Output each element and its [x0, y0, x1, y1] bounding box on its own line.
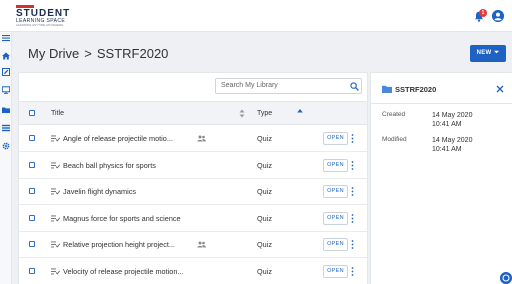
row-title[interactable]: Magnus force for sports and science	[63, 214, 181, 223]
search-box[interactable]: Search My Library	[215, 78, 362, 94]
close-icon[interactable]	[496, 85, 504, 93]
more-options-icon[interactable]	[351, 186, 354, 197]
more-options-icon[interactable]	[351, 213, 354, 224]
row-type: Quiz	[257, 213, 273, 223]
edit-icon[interactable]	[2, 68, 10, 76]
modified-value: 14 May 2020 10:41 AM	[432, 136, 502, 154]
row-checkbox[interactable]	[29, 241, 35, 247]
table-row[interactable]: Relative projection height project... Qui…	[19, 232, 367, 258]
modified-time: 10:41 AM	[432, 146, 462, 153]
table-row[interactable]: Javelin flight dynamics Quiz OPEN	[19, 179, 367, 205]
column-type[interactable]: Type	[257, 110, 272, 117]
sort-ascending-icon[interactable]	[297, 108, 303, 117]
open-button[interactable]: OPEN	[323, 211, 348, 225]
presentation-icon[interactable]	[2, 86, 10, 94]
row-type: Quiz	[257, 240, 273, 249]
table-row[interactable]: Magnus force for sports and science Quiz O…	[19, 205, 367, 232]
row-type: Quiz	[257, 187, 273, 196]
more-options-icon[interactable]	[351, 133, 354, 144]
shared-people-icon	[197, 241, 206, 248]
home-icon[interactable]	[2, 52, 10, 60]
quiz-list-icon	[51, 215, 60, 221]
table-row[interactable]: Beach ball physics for sports Quiz OPEN	[19, 152, 367, 179]
details-folder-name: SSTRF2020	[395, 85, 437, 94]
open-button[interactable]: OPEN	[323, 132, 348, 145]
account-icon[interactable]	[492, 10, 504, 22]
open-button[interactable]: OPEN	[323, 158, 348, 172]
top-bar: STUDENT LEARNING SPACE LEARNING ANYTIME …	[0, 0, 512, 32]
open-button[interactable]: OPEN	[323, 264, 348, 278]
row-title[interactable]: Beach ball physics for sports	[63, 161, 156, 170]
row-title[interactable]: Angle of release projectile motio...	[63, 134, 173, 143]
row-checkbox[interactable]	[29, 188, 35, 194]
student-learning-space-logo[interactable]: STUDENT LEARNING SPACE LEARNING ANYTIME …	[16, 5, 74, 27]
details-divider	[371, 103, 512, 104]
row-checkbox[interactable]	[29, 135, 35, 141]
settings-icon[interactable]	[2, 142, 10, 150]
more-options-icon[interactable]	[351, 239, 354, 250]
row-type: Quiz	[257, 160, 273, 170]
search-icon[interactable]	[350, 82, 359, 91]
quiz-list-icon	[51, 241, 60, 248]
left-nav-rail	[0, 32, 12, 284]
folder-icon	[382, 85, 392, 93]
menu-icon[interactable]	[2, 34, 10, 42]
modified-label: Modified	[382, 136, 407, 143]
sort-icon[interactable]	[239, 109, 245, 118]
created-value: 14 May 2020 10:41 AM	[432, 111, 502, 129]
modified-date: 14 May 2020	[432, 137, 473, 144]
row-checkbox[interactable]	[29, 267, 35, 274]
help-icon[interactable]	[500, 272, 512, 284]
created-date: 14 May 2020	[432, 112, 473, 119]
details-pane: SSTRF2020 Created 14 May 2020 10:41 AM M…	[370, 72, 512, 284]
created-time: 10:41 AM	[432, 121, 462, 128]
caret-down-icon	[494, 51, 500, 54]
row-title[interactable]: Relative projection height project...	[63, 240, 175, 249]
quiz-list-icon	[51, 188, 60, 195]
table-row[interactable]: Velocity of release projectile motion...…	[19, 258, 367, 284]
created-label: Created	[382, 111, 406, 118]
row-title[interactable]: Velocity of release projectile motion...	[63, 267, 183, 276]
table-row[interactable]: Angle of release projectile motio... Quiz…	[19, 126, 367, 152]
folder-icon[interactable]	[2, 106, 10, 114]
shared-people-icon	[197, 135, 206, 142]
select-all-checkbox[interactable]	[29, 110, 35, 116]
table-header: Title Type	[19, 101, 367, 125]
quiz-list-icon	[51, 162, 60, 168]
row-title[interactable]: Javelin flight dynamics	[63, 187, 136, 196]
breadcrumb-current: SSTRF2020	[96, 46, 169, 61]
more-options-icon[interactable]	[351, 266, 354, 277]
quiz-list-icon	[51, 268, 60, 274]
open-button[interactable]: OPEN	[323, 185, 348, 198]
search-input[interactable]: Search My Library	[221, 82, 278, 89]
more-options-icon[interactable]	[351, 160, 354, 171]
row-type: Quiz	[257, 266, 273, 276]
column-title[interactable]: Title	[51, 110, 64, 117]
breadcrumb-separator: >	[84, 46, 92, 61]
logo-line-3: LEARNING ANYTIME ANYWHERE	[16, 23, 64, 27]
breadcrumb-root[interactable]: My Drive	[28, 46, 79, 61]
open-button[interactable]: OPEN	[323, 238, 348, 251]
new-button[interactable]: NEW	[470, 45, 506, 62]
new-button-label: NEW	[476, 50, 492, 56]
quiz-list-icon	[51, 135, 60, 142]
row-checkbox[interactable]	[29, 214, 35, 221]
row-checkbox[interactable]	[29, 161, 35, 168]
row-type: Quiz	[257, 134, 273, 143]
library-panel: Search My Library Title Type Angle of re…	[18, 72, 368, 284]
list-icon[interactable]	[2, 124, 10, 132]
breadcrumb: My Drive > SSTRF2020	[28, 46, 168, 61]
notification-badge: 1	[479, 9, 487, 17]
